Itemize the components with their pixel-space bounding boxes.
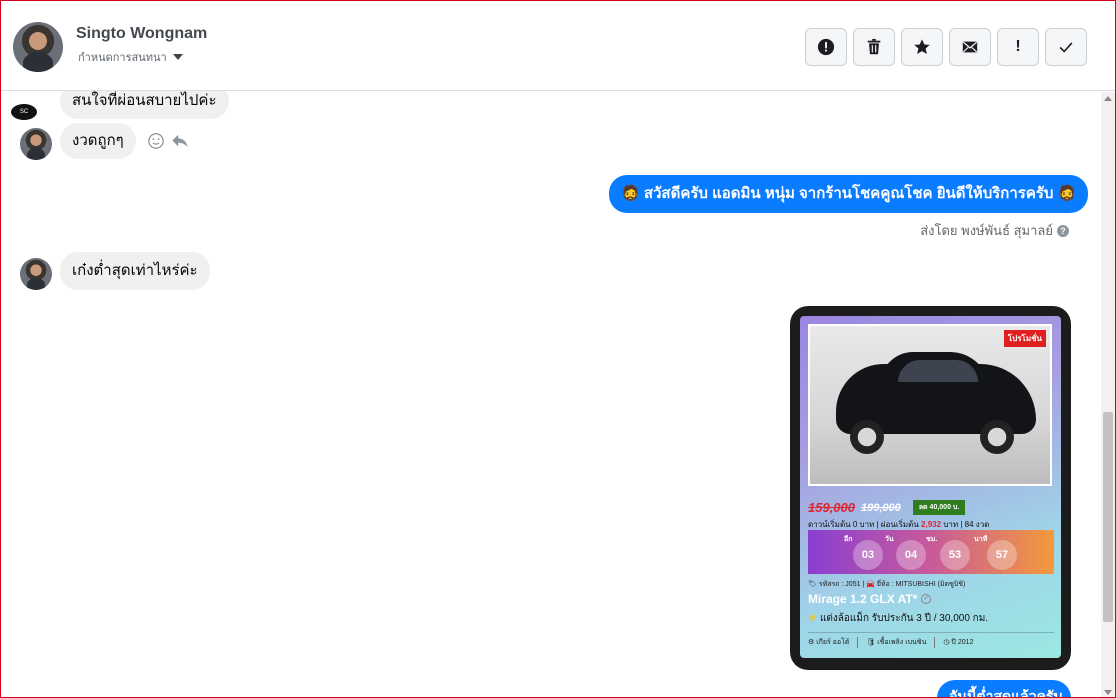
header-actions: !: [805, 28, 1087, 66]
conversation-schedule-dropdown[interactable]: กำหนดการสนทนา: [78, 48, 183, 66]
promo-card: โปรโมชั่น 159,000 199,000 ลด 40,000 บ. ด…: [800, 316, 1061, 658]
sent-by-label: ส่งโดย พงษ์พันธ์ สุมาลย์ ?: [920, 220, 1069, 241]
countdown-minutes: 57: [987, 540, 1017, 570]
caret-down-icon: [172, 54, 183, 60]
thread-scrollbar[interactable]: [1101, 92, 1115, 697]
conversation-schedule-label: กำหนดการสนทนา: [78, 52, 167, 64]
trash-icon: [867, 38, 881, 55]
car-promo-image-message[interactable]: โปรโมชั่น 159,000 199,000 ลด 40,000 บ. ด…: [790, 306, 1071, 670]
scroll-up-arrow-icon[interactable]: [1104, 96, 1112, 101]
contact-name[interactable]: Singto Wongnam: [76, 25, 207, 43]
message-tools: [147, 132, 189, 150]
spec-fuel: 🛢 เชื้อเพลิง เบนซิน: [857, 637, 926, 648]
done-button[interactable]: [1045, 28, 1087, 66]
check-icon: [1059, 42, 1073, 53]
spec-year: ◷ ปี 2012: [934, 637, 973, 648]
scrollbar-thumb[interactable]: [1103, 412, 1113, 622]
countdown-days-2: 04: [896, 540, 926, 570]
spam-button[interactable]: !: [997, 28, 1039, 66]
message-outgoing-partial[interactable]: อันนี้ต่ำสุดแล้วครับ: [937, 680, 1071, 697]
message-incoming-3[interactable]: เก๋งต่ำสุดเท่าไหร่ค่ะ: [60, 252, 210, 290]
delete-button[interactable]: [853, 28, 895, 66]
star-icon: [914, 39, 930, 55]
discount-badge: ลด 40,000 บ.: [912, 500, 966, 515]
envelope-icon: [962, 41, 978, 53]
original-price: 199,000: [861, 501, 901, 514]
sender-avatar[interactable]: [20, 128, 52, 160]
message-incoming-2[interactable]: งวดถูกๆ: [60, 123, 136, 159]
alert-circle-icon: [817, 38, 835, 56]
sale-price: 159,000: [808, 500, 855, 515]
sender-avatar[interactable]: [20, 258, 52, 290]
scroll-down-arrow-icon[interactable]: [1104, 690, 1112, 695]
countdown-days: 03: [853, 540, 883, 570]
exclamation-icon: !: [1015, 38, 1021, 55]
chat-window: Singto Wongnam กำหนดการสนทนา ! SC สนใจที…: [0, 0, 1116, 698]
car-code-brand: 🏷 รหัสรถ : J051 | 🚘 ยี่ห้อ : MITSUBISHI …: [808, 581, 966, 588]
countdown-hours: 53: [940, 540, 970, 570]
promo-badge: โปรโมชั่น: [1003, 330, 1046, 347]
car-specs: ⚙ เกียร์ ออโต้ 🛢 เชื้อเพลิง เบนซิน ◷ ปี …: [808, 632, 1054, 648]
star-button[interactable]: [901, 28, 943, 66]
page-logo: SC: [11, 104, 37, 120]
emoji-reaction-icon[interactable]: [147, 132, 165, 150]
price-row: 159,000 199,000 ลด 40,000 บ.: [808, 500, 966, 515]
mark-unread-button[interactable]: [949, 28, 991, 66]
message-outgoing-greeting[interactable]: 🧔 สวัสดีครับ แอดมิน หนุ่ม จากร้านโชคคูณโ…: [609, 175, 1089, 213]
countdown-timer: อีก วัน ชม. นาที 03 04 53 57: [808, 530, 1054, 574]
car-feature: ★ แต่งล้อแม็ก รับประกัน 3 ปี / 30,000 กม…: [808, 613, 989, 624]
report-button[interactable]: [805, 28, 847, 66]
help-icon[interactable]: ?: [1057, 224, 1069, 237]
contact-avatar[interactable]: [13, 22, 63, 72]
spec-transmission: ⚙ เกียร์ ออโต้: [808, 639, 850, 646]
car-model: Mirage 1.2 GLX AT* ✓: [808, 592, 932, 606]
reply-icon[interactable]: [171, 132, 189, 150]
verified-icon: ✓: [921, 594, 932, 604]
conversation-header: Singto Wongnam กำหนดการสนทนา !: [1, 1, 1115, 91]
star-icon: ★: [808, 613, 817, 624]
car-photo: โปรโมชั่น: [808, 324, 1052, 486]
